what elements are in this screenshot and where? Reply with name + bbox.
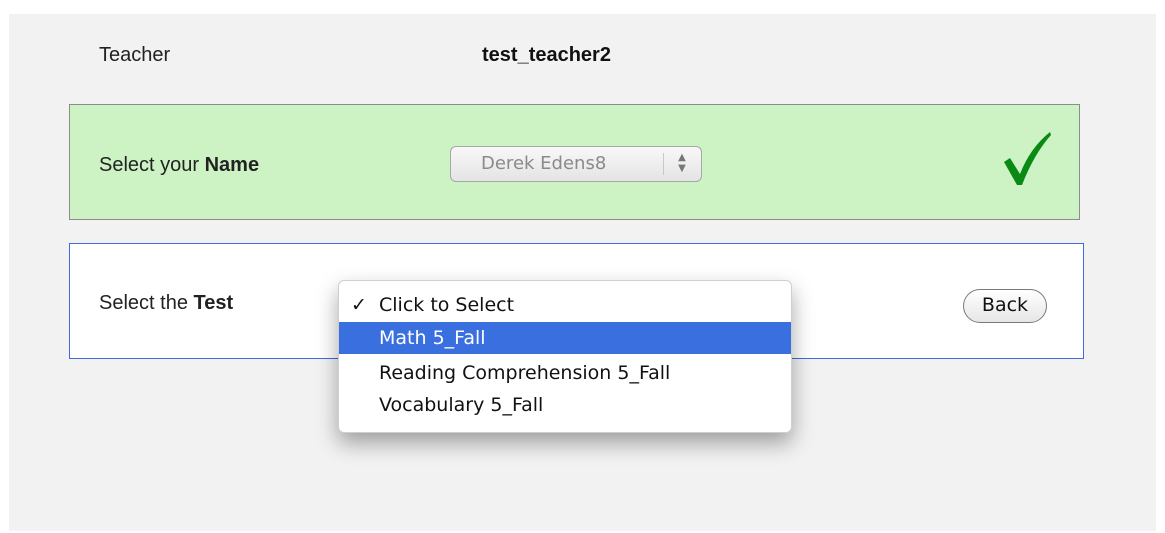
checkmark-icon — [1004, 132, 1051, 185]
teacher-value: test_teacher2 — [482, 44, 611, 66]
select-divider — [663, 153, 664, 175]
checkmark-icon: ✓ — [351, 294, 367, 316]
teacher-label: Teacher — [99, 44, 171, 66]
dropdown-option-reading[interactable]: Reading Comprehension 5_Fall — [339, 357, 791, 389]
test-label: Select the Test — [99, 292, 234, 314]
name-select-value: Derek Edens8 — [481, 153, 607, 174]
dropdown-option-click-to-select[interactable]: ✓ Click to Select — [339, 289, 791, 321]
back-button[interactable]: Back — [963, 289, 1047, 323]
name-label: Select your Name — [99, 154, 260, 176]
name-select[interactable]: Derek Edens8 ▲ ▼ — [450, 146, 702, 182]
stepper-arrows-icon: ▲ ▼ — [678, 152, 686, 174]
dropdown-option-math[interactable]: Math 5_Fall — [339, 322, 791, 354]
test-dropdown-menu: ✓ Click to Select Math 5_Fall Reading Co… — [338, 280, 792, 433]
dropdown-option-vocabulary[interactable]: Vocabulary 5_Fall — [339, 389, 791, 421]
